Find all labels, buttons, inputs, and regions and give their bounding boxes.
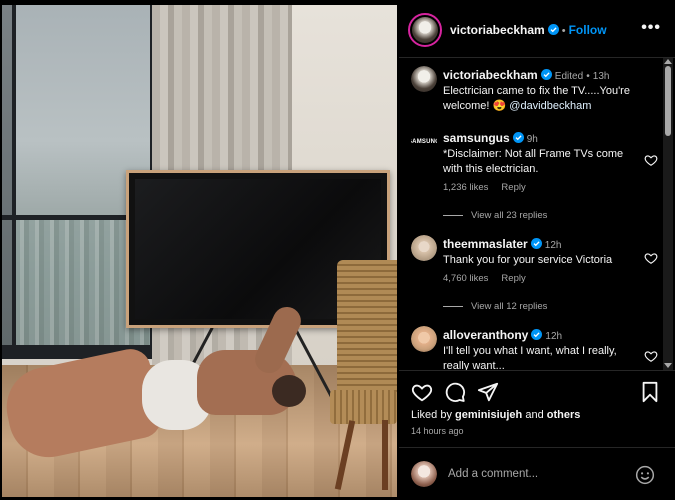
post-actions-bar — [399, 370, 675, 410]
rattan-chair-seat — [330, 390, 397, 424]
view-replies-label: View all 23 replies — [471, 210, 548, 221]
liked-by-user[interactable]: geminisiujeh — [455, 409, 522, 421]
replies-divider-line — [443, 305, 463, 307]
current-user-avatar-image — [411, 461, 437, 487]
comment-meta: 4,760 likes Reply — [443, 273, 539, 284]
heart-icon[interactable] — [411, 381, 433, 403]
liked-by-and: and — [522, 409, 547, 421]
liked-by-line: Liked by geminisiujeh and others — [411, 409, 580, 421]
comments-scrollbar[interactable] — [663, 58, 673, 370]
verified-icon — [547, 24, 559, 35]
share-icon[interactable] — [477, 381, 499, 403]
comments-list[interactable]: victoriabeckham Edited • 13h Electrician… — [399, 58, 662, 370]
comment-author[interactable]: theemmaslater — [443, 237, 528, 251]
comment-text: I'll tell you what I want, what I really… — [443, 345, 617, 370]
add-comment-bar — [399, 447, 675, 500]
comment-avatar[interactable] — [411, 235, 437, 261]
person-head — [272, 375, 306, 407]
caption-time[interactable]: 13h — [593, 71, 610, 82]
chair-leg — [382, 420, 388, 490]
separator-dot: • — [586, 71, 590, 82]
emoji-icon[interactable] — [635, 465, 655, 485]
comment-likes[interactable]: 1,236 likes — [443, 182, 488, 193]
verified-icon — [540, 69, 552, 80]
view-replies-label: View all 12 replies — [471, 301, 548, 312]
author-avatar[interactable] — [408, 13, 442, 47]
comment-avatar-image — [411, 326, 437, 352]
comment-time[interactable]: 12h — [545, 240, 562, 251]
comment-body: samsungus 9h *Disclaimer: Not all Frame … — [443, 131, 633, 177]
post-header: victoriabeckham • Follow ••• — [399, 0, 675, 58]
post-photo[interactable] — [2, 5, 397, 497]
comment-author[interactable]: alloveranthony — [443, 328, 528, 342]
post-side-panel: victoriabeckham • Follow ••• victoriabeckh… — [399, 0, 675, 500]
scrollbar-thumb[interactable] — [665, 66, 671, 136]
instagram-post-modal: victoriabeckham • Follow ••• victoriabeckh… — [0, 0, 675, 500]
caption-body: victoriabeckham Edited • 13h Electrician… — [443, 68, 633, 114]
reply-button[interactable]: Reply — [501, 273, 525, 284]
comment-time[interactable]: 9h — [527, 134, 538, 145]
comment-avatar-image — [411, 235, 437, 261]
follow-button[interactable]: Follow — [569, 23, 607, 37]
caption-author[interactable]: victoriabeckham — [443, 68, 538, 82]
comment-avatar[interactable]: SAMSUNG — [411, 129, 437, 155]
separator-dot: • — [561, 25, 566, 37]
current-user-avatar — [411, 461, 437, 487]
liked-by-prefix: Liked by — [411, 409, 456, 421]
verified-icon — [512, 132, 524, 143]
bookmark-icon[interactable] — [639, 381, 661, 403]
reply-button[interactable]: Reply — [501, 182, 525, 193]
comment-icon[interactable] — [444, 381, 466, 403]
like-comment-heart-icon[interactable] — [644, 153, 658, 167]
comment-likes[interactable]: 4,760 likes — [443, 273, 488, 284]
caption-avatar[interactable] — [411, 66, 437, 92]
like-comment-heart-icon[interactable] — [644, 349, 658, 363]
comment-body: alloveranthony 12h I'll tell you what I … — [443, 328, 633, 370]
caption-avatar-image — [411, 66, 437, 92]
scroll-down-arrow[interactable] — [664, 363, 672, 368]
author-username[interactable]: victoriabeckham — [450, 23, 545, 37]
view-replies-button[interactable]: View all 23 replies — [443, 210, 547, 221]
verified-icon — [531, 329, 543, 340]
like-comment-heart-icon[interactable] — [644, 251, 658, 265]
view-replies-button[interactable]: View all 12 replies — [443, 301, 547, 312]
liked-by-others[interactable]: others — [547, 409, 581, 421]
caption-edited: Edited — [554, 71, 584, 82]
post-timestamp[interactable]: 14 hours ago — [411, 426, 464, 436]
comment-text: Thank you for your service Victoria — [443, 254, 613, 266]
comment-time[interactable]: 12h — [545, 331, 562, 342]
header-author-line: victoriabeckham • Follow — [450, 23, 607, 37]
comment-author[interactable]: samsungus — [443, 131, 510, 145]
curtain — [152, 5, 297, 175]
caption-mention[interactable]: @davidbeckham — [509, 100, 591, 112]
scroll-up-arrow[interactable] — [664, 59, 672, 64]
comment-body: theemmaslater 12h Thank you for your ser… — [443, 237, 633, 268]
comment-meta: 1,236 likes Reply — [443, 182, 539, 193]
add-comment-input[interactable] — [448, 464, 628, 484]
comment-text: *Disclaimer: Not all Frame TVs come with… — [443, 148, 624, 175]
comment-avatar[interactable] — [411, 326, 437, 352]
author-avatar-image — [412, 17, 438, 43]
window-mullion — [12, 5, 16, 357]
samsung-logo: SAMSUNG — [411, 129, 437, 155]
more-options-icon[interactable]: ••• — [641, 19, 661, 37]
replies-divider-line — [443, 214, 463, 216]
verified-icon — [530, 238, 542, 249]
